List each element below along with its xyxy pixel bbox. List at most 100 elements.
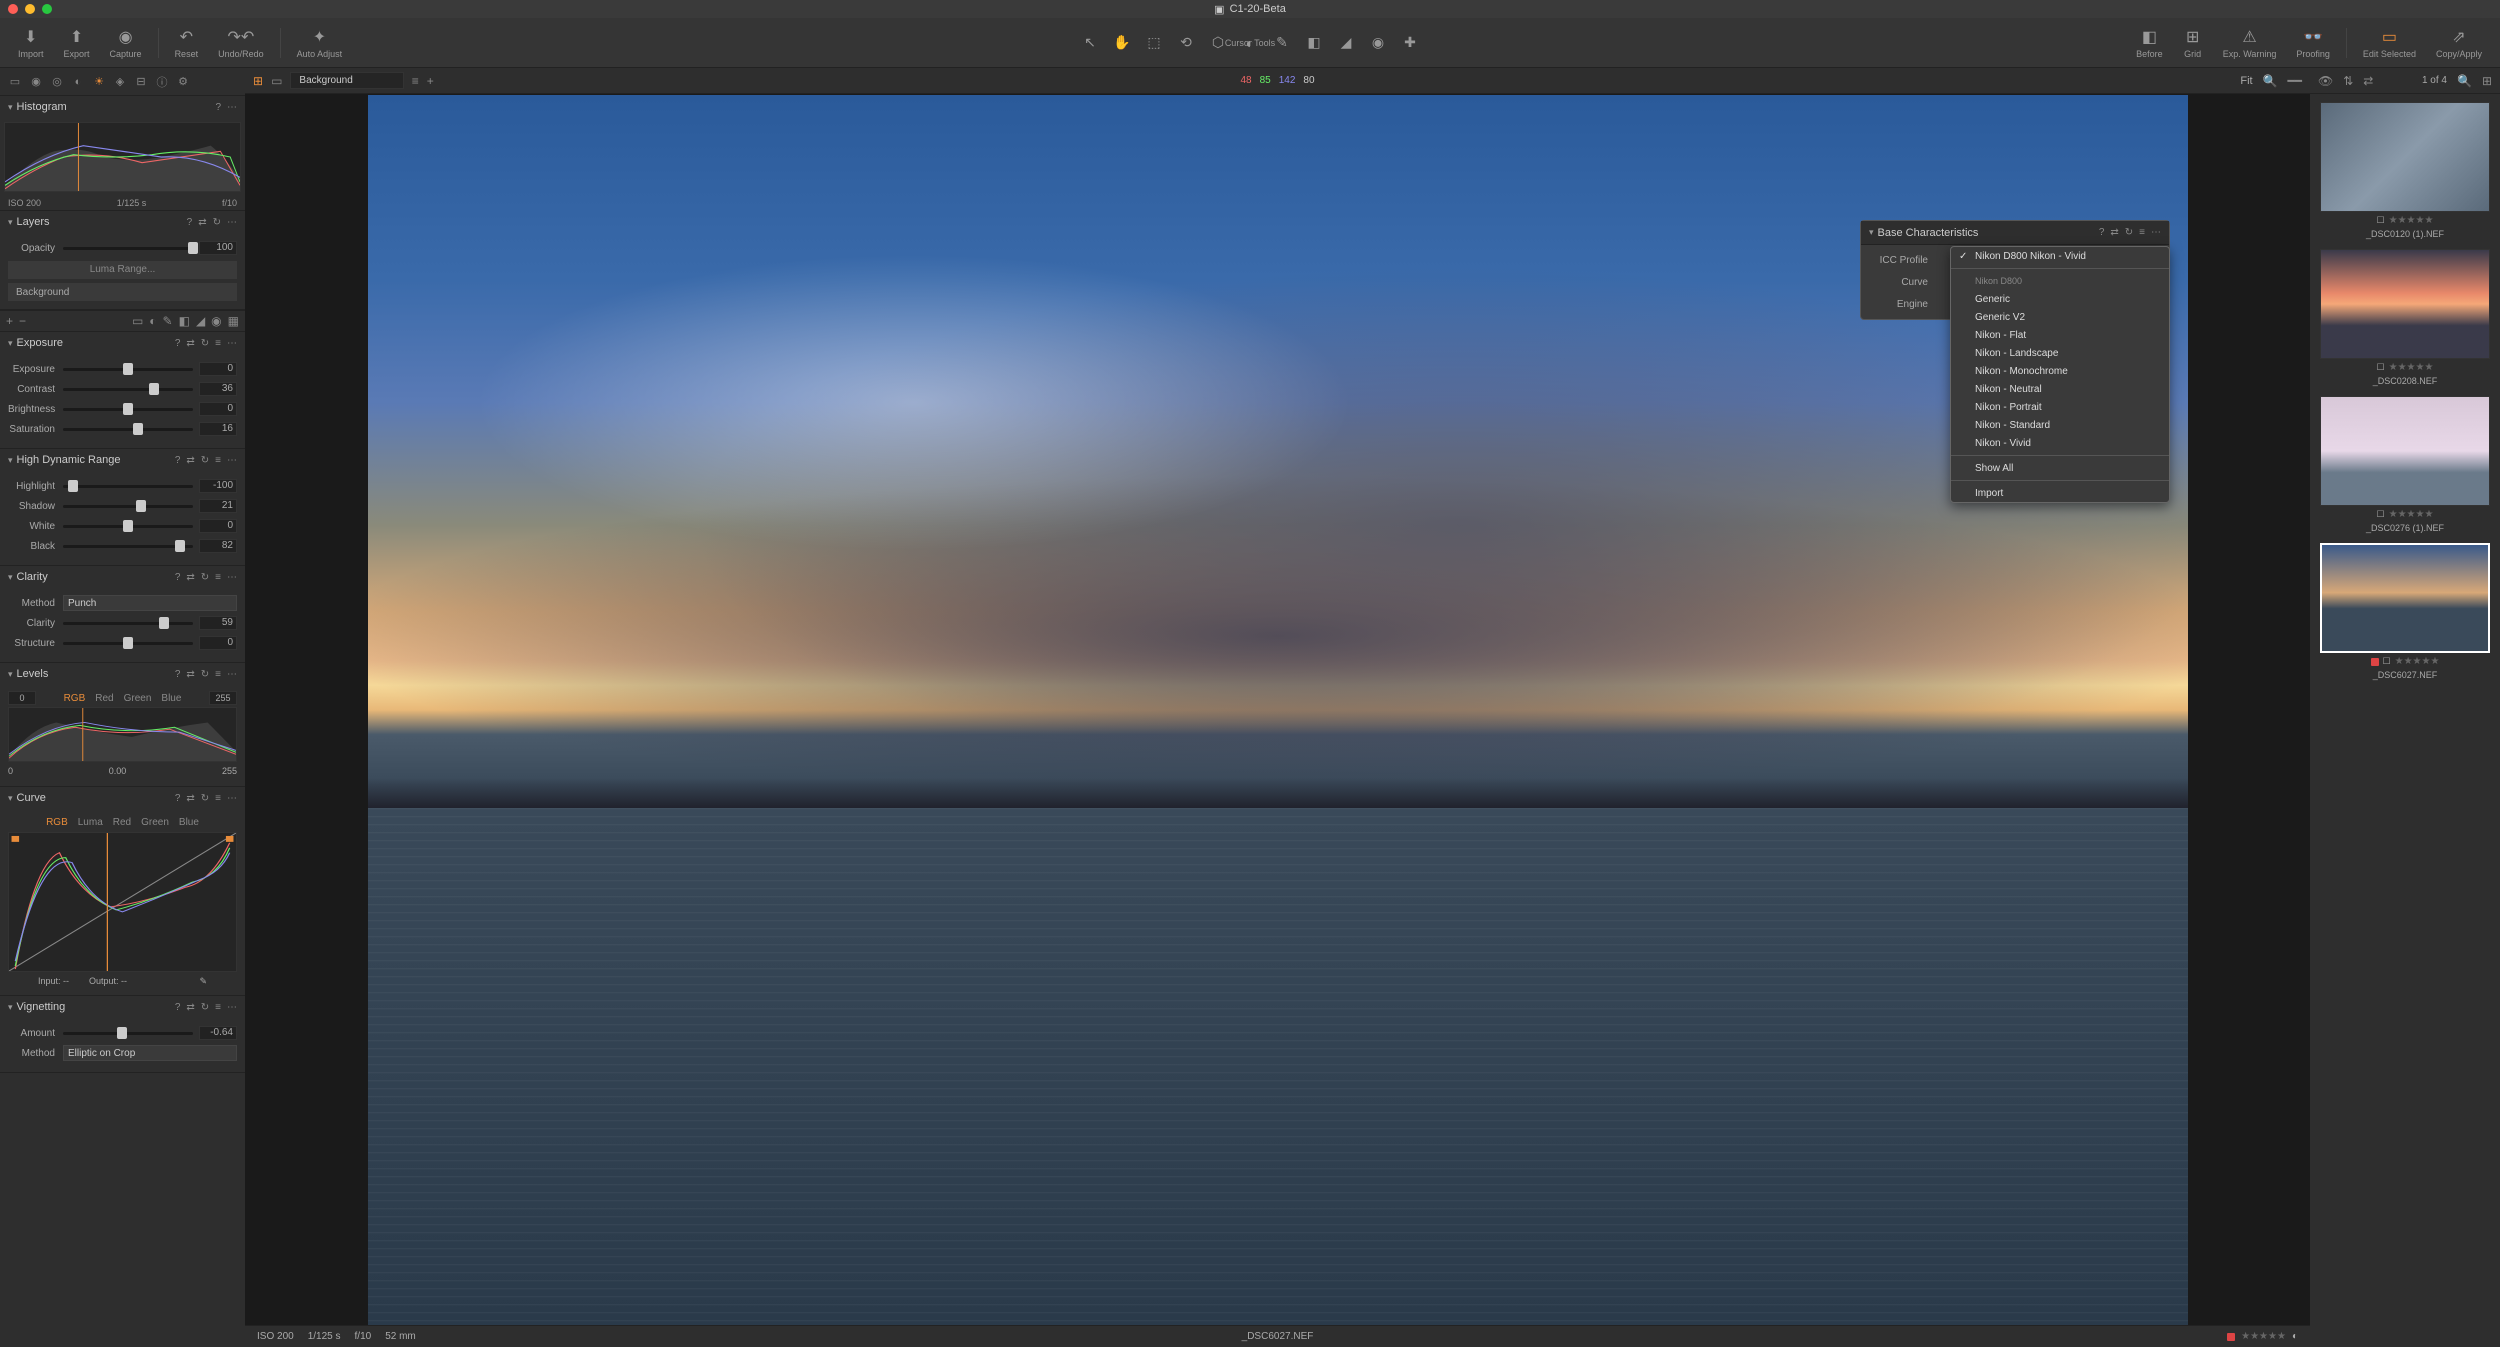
vignetting-header[interactable]: ▾Vignetting?⇄↻≡⋯: [0, 996, 245, 1018]
curve-header[interactable]: ▾Curve?⇄↻≡⋯: [0, 787, 245, 809]
help-icon[interactable]: ?: [215, 102, 221, 113]
dropdown-item[interactable]: Nikon - Portrait: [1951, 398, 2169, 416]
levels-high-input[interactable]: [209, 691, 237, 705]
vignetting-method-select[interactable]: Elliptic on Crop: [63, 1045, 237, 1061]
menu-icon[interactable]: ⋯: [227, 102, 237, 113]
exposure-brightness-slider[interactable]: [63, 408, 193, 411]
histogram-header[interactable]: ▾Histogram?⋯: [0, 96, 245, 118]
before-button[interactable]: ◧Before: [2126, 23, 2173, 63]
minimize-window[interactable]: [25, 4, 35, 14]
color-tag[interactable]: [2227, 1333, 2235, 1341]
channel-rgb[interactable]: RGB: [46, 817, 68, 828]
curve-picker-icon[interactable]: ✎: [199, 976, 207, 987]
dropdown-item[interactable]: Generic: [1951, 290, 2169, 308]
zoom-slider[interactable]: ━━: [2288, 74, 2302, 88]
color-tab[interactable]: ◐: [69, 73, 87, 91]
zoom-icon[interactable]: 🔍: [2263, 74, 2278, 88]
hdr-white-slider[interactable]: [63, 525, 193, 528]
hdr-header[interactable]: ▾High Dynamic Range?⇄↻≡⋯: [0, 449, 245, 471]
remove-layer-icon[interactable]: −: [19, 314, 26, 328]
view-mode-icon[interactable]: ⊞: [253, 74, 263, 88]
levels-low-input[interactable]: [8, 691, 36, 705]
exposure-tab[interactable]: ☀: [90, 73, 108, 91]
dropdown-showall[interactable]: Show All: [1951, 459, 2169, 477]
layer-visibility-icon[interactable]: ≡: [412, 74, 419, 88]
dropdown-item[interactable]: Nikon - Monochrome: [1951, 362, 2169, 380]
clarity-header[interactable]: ▾Clarity?⇄↻≡⋯: [0, 566, 245, 588]
copy-apply-button[interactable]: ⇗Copy/Apply: [2426, 23, 2492, 63]
metadata-tab[interactable]: ⓘ: [153, 73, 171, 91]
capture-tab[interactable]: ◉: [27, 73, 45, 91]
browser-menu-icon[interactable]: ⊞: [2482, 74, 2492, 88]
fill-mask-icon[interactable]: ▦: [228, 314, 239, 328]
exposure-header[interactable]: ▾Exposure?⇄↻≡⋯: [0, 332, 245, 354]
layer-selector[interactable]: Background: [290, 72, 403, 89]
clarity-method-select[interactable]: Punch: [63, 595, 237, 611]
undo-redo-button[interactable]: ↷↶Undo/Redo: [208, 23, 274, 63]
popup-header[interactable]: ▾Base Characteristics?⇄↻≡⋯: [1861, 221, 2169, 245]
vignetting-amount-slider[interactable]: [63, 1032, 193, 1035]
thumbnail[interactable]: ☐★★★★★ _DSC0208.NEF: [2318, 249, 2492, 386]
brush-mask-icon[interactable]: ✎: [163, 314, 173, 328]
mask-icon[interactable]: ▭: [132, 314, 143, 328]
details-tab[interactable]: ◈: [111, 73, 129, 91]
exposure-saturation-slider[interactable]: [63, 428, 193, 431]
radial-mask-icon[interactable]: ◉: [211, 314, 221, 328]
thumbnail[interactable]: ☐★★★★★ _DSC6027.NEF: [2318, 543, 2492, 680]
library-tab[interactable]: ▭: [6, 73, 24, 91]
channel-rgb[interactable]: RGB: [64, 693, 86, 704]
hdr-highlight-slider[interactable]: [63, 485, 193, 488]
dropdown-item[interactable]: Nikon - Flat: [1951, 326, 2169, 344]
dropdown-item[interactable]: Nikon - Vivid: [1951, 434, 2169, 452]
clarity-structure-slider[interactable]: [63, 642, 193, 645]
invert-icon[interactable]: ◐: [149, 314, 156, 328]
channel-blue[interactable]: Blue: [179, 817, 199, 828]
levels-header[interactable]: ▾Levels?⇄↻≡⋯: [0, 663, 245, 685]
edit-selected-button[interactable]: ▭Edit Selected: [2353, 23, 2426, 63]
browser-search-icon[interactable]: 🔍: [2457, 74, 2472, 88]
export-button[interactable]: ⬆Export: [54, 23, 100, 63]
dropdown-import[interactable]: Import: [1951, 484, 2169, 502]
exp-warning-button[interactable]: ⚠Exp. Warning: [2213, 23, 2287, 63]
channel-green[interactable]: Green: [141, 817, 169, 828]
view-single-icon[interactable]: ▭: [271, 74, 282, 88]
channel-red[interactable]: Red: [113, 817, 131, 828]
dropdown-selected[interactable]: Nikon D800 Nikon - Vivid: [1951, 247, 2169, 265]
exposure-contrast-slider[interactable]: [63, 388, 193, 391]
proofing-button[interactable]: 👓Proofing: [2286, 23, 2340, 63]
import-button[interactable]: ⬇Import: [8, 23, 54, 63]
dropdown-item[interactable]: Nikon - Landscape: [1951, 344, 2169, 362]
browser-tag-icon[interactable]: ⇄: [2363, 74, 2373, 88]
auto-adjust-button[interactable]: ✦Auto Adjust: [287, 23, 353, 63]
opacity-slider[interactable]: [63, 247, 193, 250]
maximize-window[interactable]: [42, 4, 52, 14]
channel-red[interactable]: Red: [95, 693, 113, 704]
curve-graph[interactable]: [8, 832, 237, 972]
dropdown-item[interactable]: Nikon - Neutral: [1951, 380, 2169, 398]
gradient-mask-icon[interactable]: ◢: [196, 314, 205, 328]
thumbnail[interactable]: ☐★★★★★ _DSC0120 (1).NEF: [2318, 102, 2492, 239]
capture-button[interactable]: ◉Capture: [100, 23, 152, 63]
layers-header[interactable]: ▾Layers?⇄↻⋯: [0, 211, 245, 233]
erase-mask-icon[interactable]: ◧: [179, 314, 190, 328]
dropdown-item[interactable]: Generic V2: [1951, 308, 2169, 326]
clarity-clarity-slider[interactable]: [63, 622, 193, 625]
luma-range-button[interactable]: Luma Range...: [8, 261, 237, 279]
zoom-fit[interactable]: Fit: [2240, 75, 2252, 87]
channel-blue[interactable]: Blue: [161, 693, 181, 704]
browser-filter-icon[interactable]: 👁: [2318, 74, 2333, 88]
levels-graph[interactable]: [8, 707, 237, 762]
lens-tab[interactable]: ◎: [48, 73, 66, 91]
browser-sort-icon[interactable]: ⇅: [2343, 74, 2353, 88]
grid-button[interactable]: ⊞Grid: [2173, 23, 2213, 63]
background-layer[interactable]: Background: [8, 283, 237, 301]
channel-luma[interactable]: Luma: [78, 817, 103, 828]
dropdown-item[interactable]: Nikon - Standard: [1951, 416, 2169, 434]
hdr-black-slider[interactable]: [63, 545, 193, 548]
adjustments-tab[interactable]: ⊟: [132, 73, 150, 91]
output-tab[interactable]: ⚙: [174, 73, 192, 91]
close-window[interactable]: [8, 4, 18, 14]
add-layer-icon[interactable]: +: [6, 314, 13, 328]
add-icon[interactable]: +: [427, 74, 434, 88]
status-menu-icon[interactable]: ◐: [2292, 1331, 2298, 1342]
